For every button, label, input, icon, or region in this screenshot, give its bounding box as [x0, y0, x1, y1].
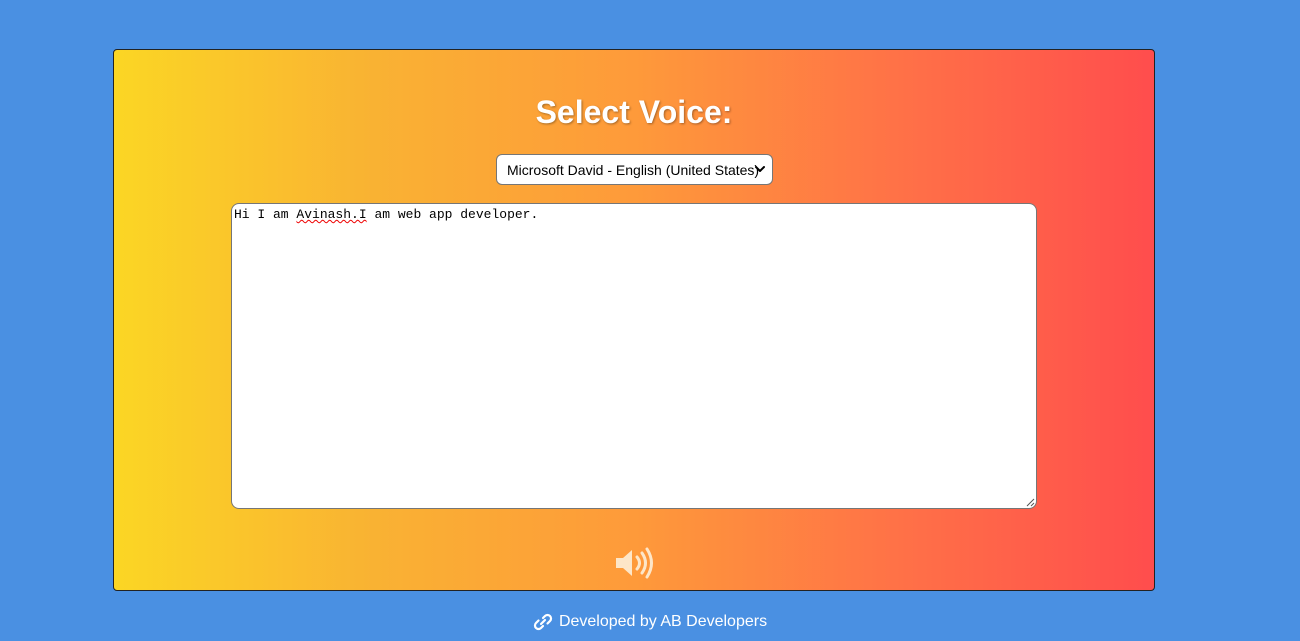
text-misspelled-word: Avinash.I [296, 207, 367, 222]
footer: Developed by AB Developers [0, 613, 1300, 631]
text-prefix: Hi I am [234, 207, 297, 222]
resize-handle-icon[interactable] [1025, 497, 1035, 507]
link-icon [533, 613, 553, 631]
page-title: Select Voice: [535, 94, 733, 130]
voice-card: Select Voice: Microsoft David - English … [113, 49, 1155, 591]
speech-text-input[interactable]: Hi I am Avinash.I am web app developer. [231, 203, 1037, 509]
chevron-down-icon [755, 166, 765, 172]
volume-icon[interactable] [614, 546, 656, 580]
footer-text: Developed by AB Developers [558, 613, 768, 630]
voice-select[interactable]: Microsoft David - English (United States… [496, 154, 773, 185]
voice-select-value: Microsoft David - English (United States… [507, 161, 760, 178]
text-suffix: am web app developer. [366, 207, 539, 222]
